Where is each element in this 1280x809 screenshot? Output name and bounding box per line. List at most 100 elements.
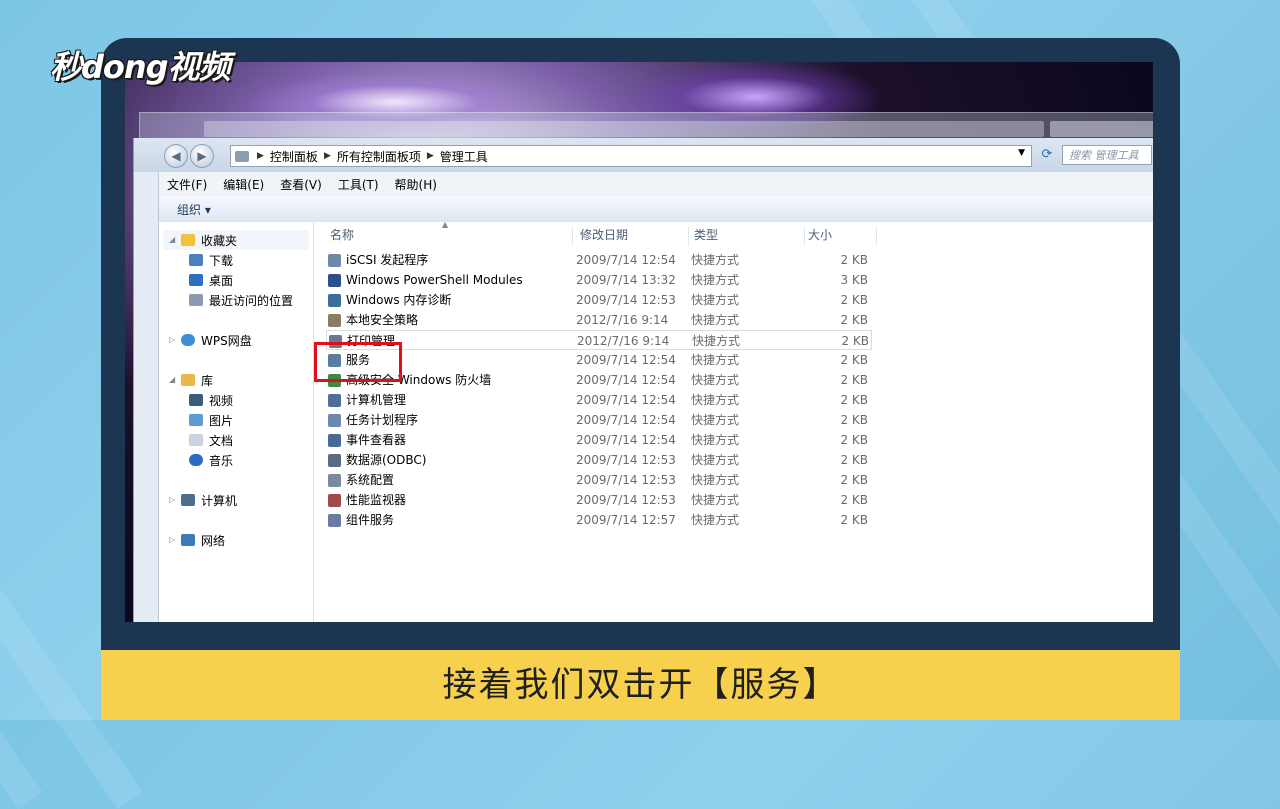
menu-view[interactable]: 查看(V) <box>272 176 330 193</box>
nav-music-label: 音乐 <box>209 453 234 468</box>
nav-recent-label: 最近访问的位置 <box>209 293 294 308</box>
nav-library[interactable]: ◢ 库 <box>163 370 213 390</box>
library-icon <box>181 374 195 386</box>
file-name: 性能监视器 <box>346 493 407 507</box>
file-size: 2 KB <box>840 473 868 487</box>
organize-button[interactable]: 组织 ▾ <box>177 201 211 218</box>
file-row[interactable]: Windows PowerShell Modules 2009/7/14 13:3… <box>326 270 872 290</box>
nav-videos-label: 视频 <box>209 393 234 408</box>
nav-wps[interactable]: ▷ WPS网盘 <box>163 330 252 350</box>
file-name: 系统配置 <box>346 473 395 487</box>
file-date: 2009/7/14 12:57 <box>576 513 676 527</box>
file-size: 2 KB <box>840 253 868 267</box>
nav-item-recent[interactable]: 最近访问的位置 <box>189 290 293 310</box>
file-name: 任务计划程序 <box>346 413 419 427</box>
menu-edit[interactable]: 编辑(E) <box>215 176 272 193</box>
file-type: 快捷方式 <box>692 334 741 348</box>
download-folder-icon <box>189 254 203 266</box>
file-size: 2 KB <box>840 313 868 327</box>
computer-icon <box>181 494 195 506</box>
file-size: 2 KB <box>840 413 868 427</box>
column-header-size[interactable]: 大小 <box>808 222 868 248</box>
column-header-name[interactable]: 名称 <box>330 222 570 248</box>
file-size: 2 KB <box>840 493 868 507</box>
task-scheduler-icon <box>328 414 341 427</box>
iscsi-icon <box>328 254 341 267</box>
breadcrumb-control-panel[interactable]: 控制面板 <box>266 148 322 165</box>
component-services-icon <box>328 514 341 527</box>
file-type: 快捷方式 <box>691 413 740 427</box>
menu-file[interactable]: 文件(F) <box>159 176 215 193</box>
file-row[interactable]: iSCSI 发起程序 2009/7/14 12:54 快捷方式 2 KB <box>326 250 872 270</box>
file-name: 计算机管理 <box>346 393 407 407</box>
menu-tools[interactable]: 工具(T) <box>330 176 387 193</box>
nav-library-label: 库 <box>201 373 214 388</box>
file-row[interactable]: 组件服务 2009/7/14 12:57 快捷方式 2 KB <box>326 510 872 530</box>
nav-wps-label: WPS网盘 <box>201 333 252 348</box>
desktop-screen: ◀ ▶ ▶ 控制面板 ▶ 所有控制面板项 ▶ 管理工具 ▼ ⟳ 搜索 管理工具 … <box>125 62 1153 622</box>
nav-network[interactable]: ▷ 网络 <box>163 530 225 550</box>
file-row[interactable]: 打印管理 2012/7/16 9:14 快捷方式 2 KB <box>326 330 872 350</box>
control-panel-icon <box>235 150 249 162</box>
nav-favorites-label: 收藏夹 <box>201 233 238 248</box>
performance-monitor-icon <box>328 494 341 507</box>
file-row[interactable]: 服务 2009/7/14 12:54 快捷方式 2 KB <box>326 350 872 370</box>
file-size: 2 KB <box>840 433 868 447</box>
file-row[interactable]: 系统配置 2009/7/14 12:53 快捷方式 2 KB <box>326 470 872 490</box>
file-row[interactable]: 计算机管理 2009/7/14 12:54 快捷方式 2 KB <box>326 390 872 410</box>
file-row[interactable]: Windows 内存诊断 2009/7/14 12:53 快捷方式 2 KB <box>326 290 872 310</box>
nav-item-desktop[interactable]: 桌面 <box>189 270 233 290</box>
command-bar: 组织 ▾ <box>159 196 1153 223</box>
file-type: 快捷方式 <box>691 353 740 367</box>
nav-pictures-label: 图片 <box>209 413 234 428</box>
file-date: 2009/7/14 12:54 <box>576 413 676 427</box>
desktop-icon <box>189 274 203 286</box>
file-row[interactable]: 性能监视器 2009/7/14 12:53 快捷方式 2 KB <box>326 490 872 510</box>
refresh-icon[interactable]: ⟳ <box>1038 146 1056 164</box>
nav-favorites[interactable]: ◢ 收藏夹 <box>163 230 309 250</box>
nav-item-music[interactable]: 音乐 <box>189 450 233 470</box>
file-type: 快捷方式 <box>691 393 740 407</box>
file-name: iSCSI 发起程序 <box>346 253 429 267</box>
file-type: 快捷方式 <box>691 513 740 527</box>
nav-item-pictures[interactable]: 图片 <box>189 410 233 430</box>
file-row[interactable]: 数据源(ODBC) 2009/7/14 12:53 快捷方式 2 KB <box>326 450 872 470</box>
file-size: 2 KB <box>840 393 868 407</box>
highlight-box <box>314 342 402 382</box>
file-name: Windows PowerShell Modules <box>346 273 523 287</box>
file-name: 组件服务 <box>346 513 395 527</box>
file-row[interactable]: 高级安全 Windows 防火墙 2009/7/14 12:54 快捷方式 2 KB <box>326 370 872 390</box>
search-input[interactable]: 搜索 管理工具 <box>1062 145 1152 165</box>
file-type: 快捷方式 <box>691 493 740 507</box>
file-name: 事件查看器 <box>346 433 407 447</box>
nav-item-downloads[interactable]: 下载 <box>189 250 233 270</box>
file-size: 2 KB <box>840 513 868 527</box>
column-header-type[interactable]: 类型 <box>694 222 802 248</box>
file-row[interactable]: 事件查看器 2009/7/14 12:54 快捷方式 2 KB <box>326 430 872 450</box>
navigation-pane: ◢ 收藏夹 下载 桌面 最近访问的位置 ▷ WPS网盘 ◢ 库 视频 图片 文档… <box>159 222 314 622</box>
column-header-date[interactable]: 修改日期 <box>580 222 688 248</box>
memory-diagnostic-icon <box>328 294 341 307</box>
file-row[interactable]: 本地安全策略 2012/7/16 9:14 快捷方式 2 KB <box>326 310 872 330</box>
nav-computer[interactable]: ▷ 计算机 <box>163 490 237 510</box>
back-arrow-icon[interactable]: ◀ <box>164 144 188 168</box>
address-bar[interactable]: ▶ 控制面板 ▶ 所有控制面板项 ▶ 管理工具 ▼ <box>230 145 1032 167</box>
forward-arrow-icon[interactable]: ▶ <box>190 144 214 168</box>
video-icon <box>189 394 203 406</box>
nav-item-videos[interactable]: 视频 <box>189 390 233 410</box>
chevron-down-icon[interactable]: ▼ <box>1018 148 1025 158</box>
file-size: 3 KB <box>840 273 868 287</box>
file-date: 2009/7/14 12:54 <box>576 253 676 267</box>
file-type: 快捷方式 <box>691 473 740 487</box>
breadcrumb-admin-tools[interactable]: 管理工具 <box>436 148 492 165</box>
breadcrumb-all-items[interactable]: 所有控制面板项 <box>333 148 425 165</box>
nav-item-documents[interactable]: 文档 <box>189 430 233 450</box>
file-type: 快捷方式 <box>691 433 740 447</box>
file-date: 2009/7/14 12:53 <box>576 473 676 487</box>
file-row[interactable]: 任务计划程序 2009/7/14 12:54 快捷方式 2 KB <box>326 410 872 430</box>
odbc-icon <box>328 454 341 467</box>
file-date: 2009/7/14 12:53 <box>576 493 676 507</box>
file-size: 2 KB <box>840 293 868 307</box>
menu-help[interactable]: 帮助(H) <box>387 176 445 193</box>
menu-bar: 文件(F) 编辑(E) 查看(V) 工具(T) 帮助(H) <box>159 172 1153 196</box>
